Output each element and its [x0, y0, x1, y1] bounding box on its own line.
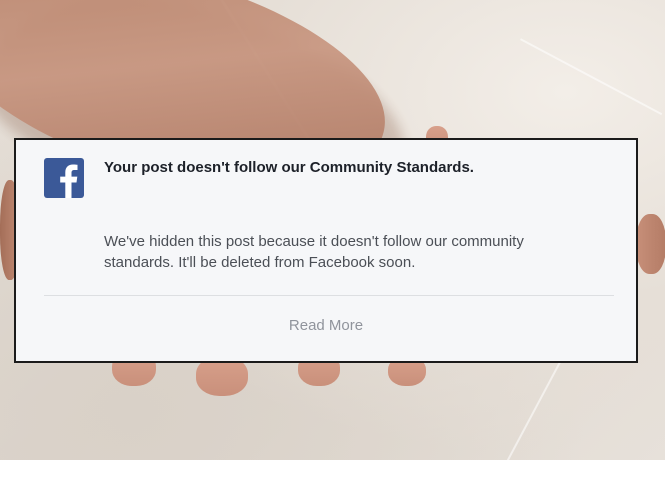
thumb — [636, 214, 665, 274]
notification-body: We've hidden this post because it doesn'… — [104, 231, 604, 273]
divider — [44, 295, 614, 296]
floor-tile-line — [494, 360, 562, 485]
floor-tile-line — [520, 38, 663, 116]
community-standards-notification: Your post doesn't follow our Community S… — [14, 138, 638, 363]
notification-body-line: standards. It'll be deleted from Faceboo… — [104, 254, 416, 271]
read-more-link[interactable]: Read More — [16, 317, 636, 334]
notification-title: Your post doesn't follow our Community S… — [104, 159, 474, 176]
facebook-logo-icon — [44, 158, 84, 198]
notification-body-line: We've hidden this post because it doesn'… — [104, 233, 524, 250]
